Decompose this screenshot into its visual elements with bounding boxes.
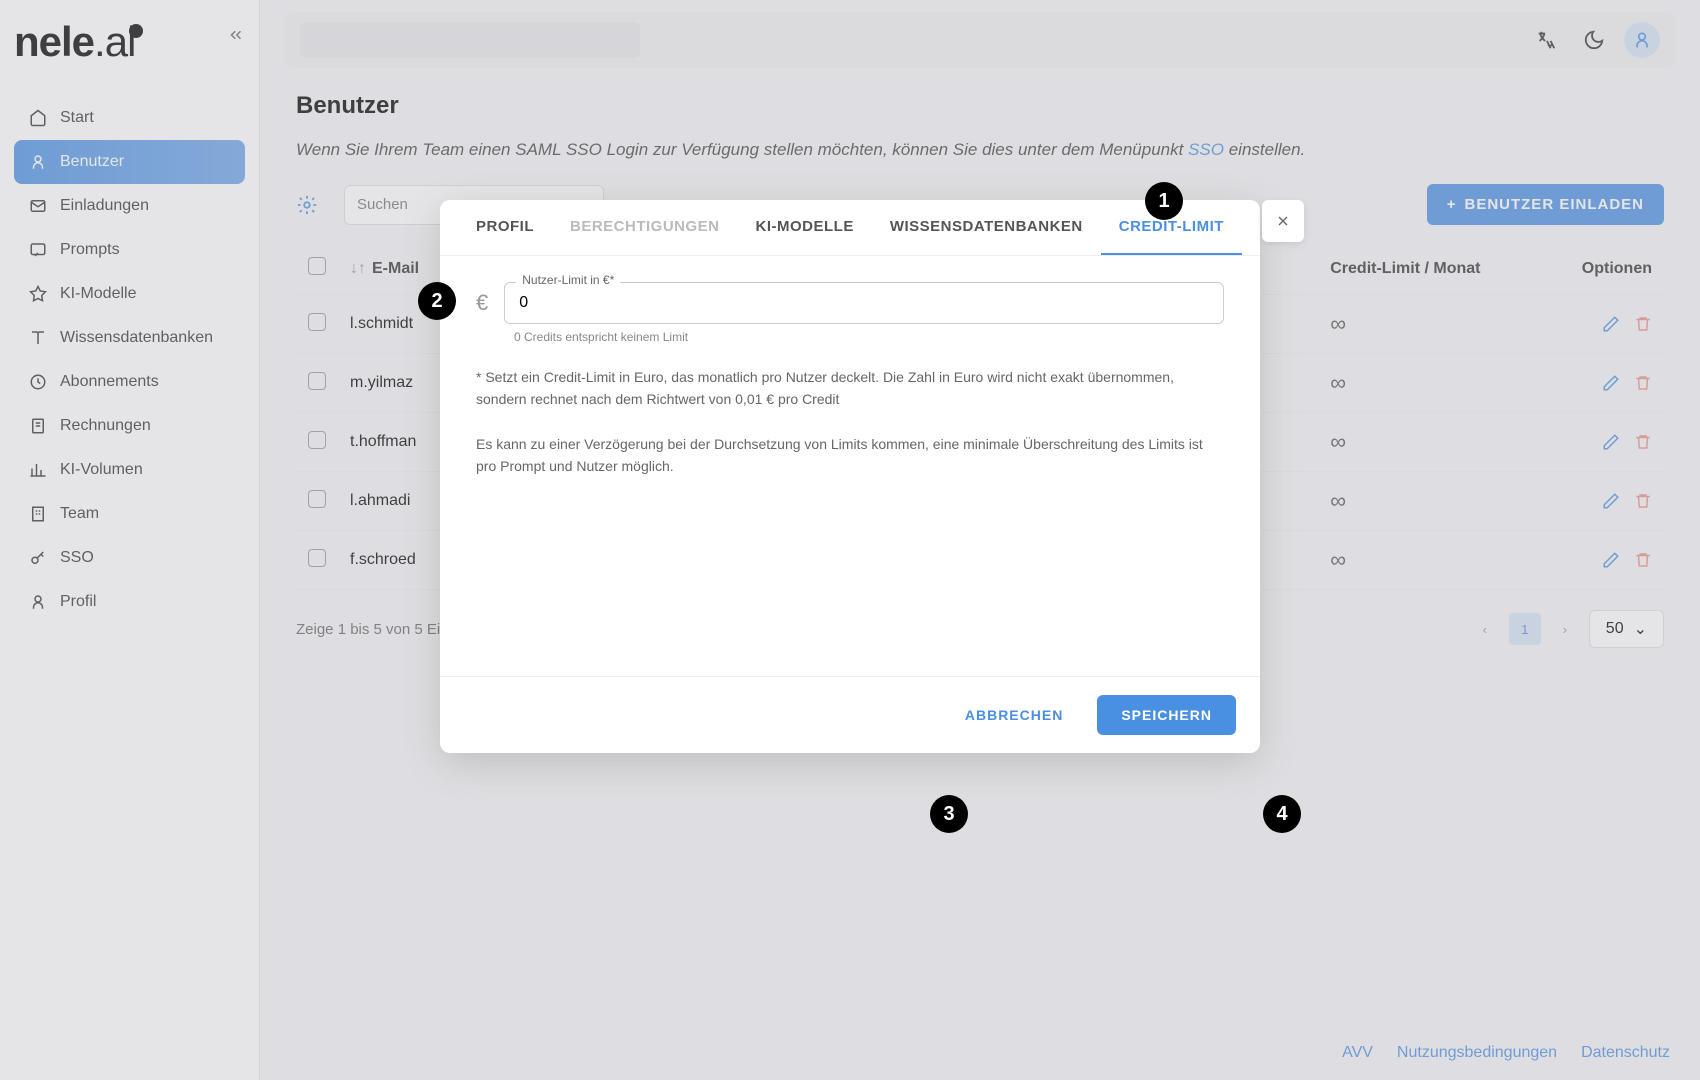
close-modal-button[interactable] <box>1262 200 1304 242</box>
close-icon <box>1275 213 1291 229</box>
annotation-badge-2: 2 <box>418 282 456 320</box>
info-text-1: * Setzt ein Credit-Limit in Euro, das mo… <box>476 366 1224 411</box>
annotation-badge-3: 3 <box>930 795 968 833</box>
input-label: Nutzer-Limit in €* <box>516 273 620 287</box>
euro-icon: € <box>476 290 488 316</box>
annotation-badge-1: 1 <box>1145 182 1183 220</box>
tab-berechtigungen[interactable]: BERECHTIGUNGEN <box>552 200 738 255</box>
tab-ki-modelle[interactable]: KI-MODELLE <box>738 200 872 255</box>
credit-limit-input[interactable] <box>504 282 1224 324</box>
tab-wissensdatenbanken[interactable]: WISSENSDATENBANKEN <box>872 200 1101 255</box>
annotation-badge-4: 4 <box>1263 795 1301 833</box>
info-text-2: Es kann zu einer Verzögerung bei der Dur… <box>476 433 1224 478</box>
helper-text: 0 Credits entspricht keinem Limit <box>514 330 1224 344</box>
tab-profil[interactable]: PROFIL <box>458 200 552 255</box>
save-button[interactable]: SPEICHERN <box>1097 695 1236 735</box>
credit-limit-modal: PROFIL BERECHTIGUNGEN KI-MODELLE WISSENS… <box>440 200 1260 753</box>
cancel-button[interactable]: ABBRECHEN <box>945 695 1083 735</box>
